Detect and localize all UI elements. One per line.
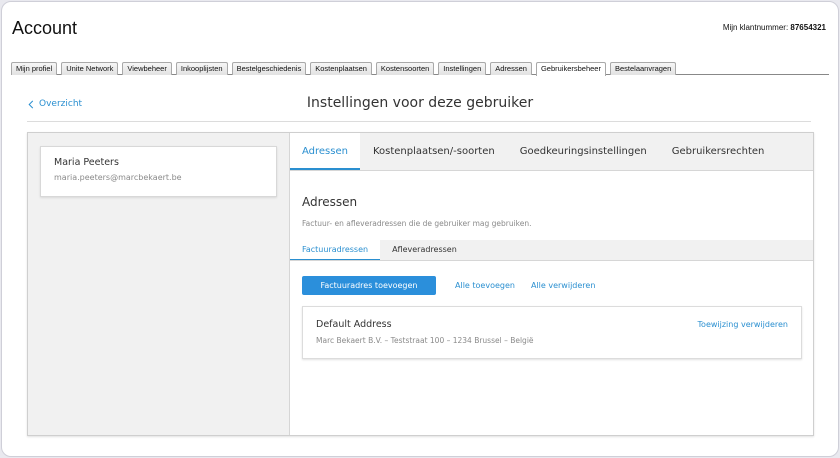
tab-viewbeheer[interactable]: Viewbeheer: [122, 62, 172, 75]
address-line: Marc Bekaert B.V. – Teststraat 100 – 123…: [316, 336, 534, 345]
tab-adressen[interactable]: Adressen: [490, 62, 532, 75]
divider: [27, 121, 811, 122]
tab-gebruikersrechten[interactable]: Gebruikersrechten: [660, 133, 777, 170]
customer-number-value: 87654321: [790, 23, 826, 32]
user-settings-panel: Maria Peeters maria.peeters@marcbekaert.…: [27, 132, 814, 436]
tab-kostensoorten[interactable]: Kostensoorten: [375, 62, 435, 75]
page-header-title: Account: [12, 18, 78, 38]
page-title: Instellingen voor deze gebruiker: [306, 95, 534, 111]
remove-all-link[interactable]: Alle verwijderen: [531, 281, 595, 290]
settings-tabs: Adressen Kostenplaatsen/-soorten Goedkeu…: [290, 133, 813, 171]
add-invoice-address-button[interactable]: Factuuradres toevoegen: [302, 276, 436, 295]
tab-unite-network[interactable]: Unite Network: [61, 62, 119, 75]
user-name: Maria Peeters: [54, 157, 119, 168]
add-all-link[interactable]: Alle toevoegen: [455, 281, 515, 290]
customer-number: Mijn klantnummer: 87654321: [723, 23, 826, 32]
address-card: Default Address Marc Bekaert B.V. – Test…: [302, 306, 802, 359]
address-actions: Factuuradres toevoegen Alle toevoegen Al…: [302, 276, 595, 295]
section-title: Adressen: [302, 195, 358, 209]
tab-kostenplaatsen-soorten[interactable]: Kostenplaatsen/-soorten: [361, 133, 507, 170]
app-window: Account Mijn klantnummer: 87654321 Mijn …: [1, 1, 839, 457]
account-tabs: Mijn profiel Unite Network Viewbeheer In…: [11, 62, 829, 76]
user-list: Maria Peeters maria.peeters@marcbekaert.…: [28, 133, 290, 435]
tab-goedkeuringsinstellingen[interactable]: Goedkeuringsinstellingen: [508, 133, 659, 170]
tab-bestelaanvragen[interactable]: Bestelaanvragen: [609, 62, 677, 75]
user-card[interactable]: Maria Peeters maria.peeters@marcbekaert.…: [40, 146, 277, 197]
section-description: Factuur- en afleveradressen die de gebru…: [302, 219, 532, 228]
tab-factuuradressen[interactable]: Factuuradressen: [290, 240, 381, 260]
remove-assignment-link[interactable]: Toewijzing verwijderen: [698, 320, 788, 329]
tab-adressen-settings[interactable]: Adressen: [290, 133, 360, 170]
settings-content: Adressen Kostenplaatsen/-soorten Goedkeu…: [290, 133, 813, 435]
customer-number-label: Mijn klantnummer:: [722, 23, 789, 32]
tab-instellingen[interactable]: Instellingen: [438, 62, 487, 75]
tab-kostenplaatsen[interactable]: Kostenplaatsen: [310, 62, 372, 75]
tab-inkooplijsten[interactable]: Inkooplijsten: [175, 62, 228, 75]
tab-mijn-profiel[interactable]: Mijn profiel: [11, 62, 58, 75]
tab-bestelgeschiedenis[interactable]: Bestelgeschiedenis: [231, 62, 307, 75]
tab-gebruikersbeheer[interactable]: Gebruikersbeheer: [535, 62, 606, 76]
tab-afleveradressen[interactable]: Afleveradressen: [380, 240, 469, 260]
user-email: maria.peeters@marcbekaert.be: [54, 173, 182, 182]
address-type-tabs: Factuuradressen Afleveradressen: [290, 240, 813, 261]
